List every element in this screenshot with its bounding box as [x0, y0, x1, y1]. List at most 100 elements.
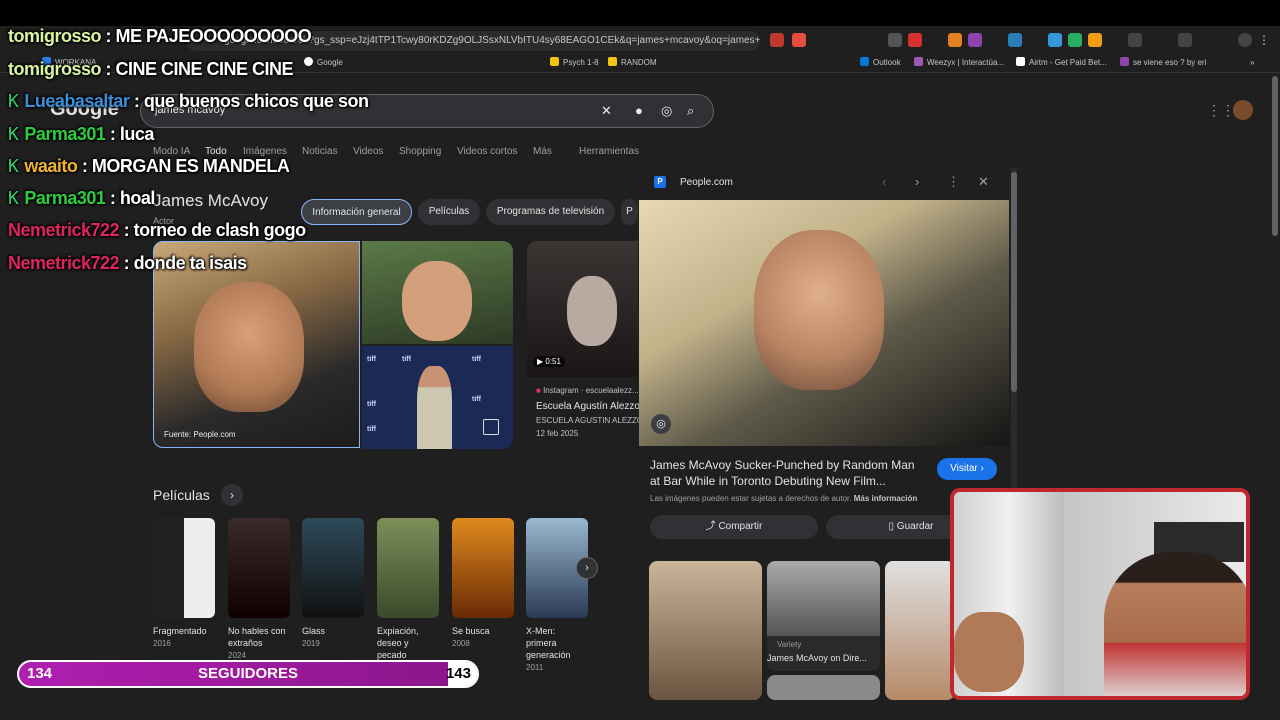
bookmark-item[interactable]: Airtm - Get Paid Bet...: [1016, 57, 1107, 69]
bookmark-item[interactable]: Weezyx | Interactúa...: [914, 57, 1004, 69]
hand: [954, 612, 1024, 692]
bookmark-item[interactable]: Psych 1-8: [550, 57, 599, 69]
followers-label: SEGUIDORES: [197, 665, 299, 682]
sidebar-icon[interactable]: [1178, 33, 1192, 47]
movie-year: 2008: [452, 639, 470, 648]
chat-username: tomigrosso: [8, 26, 102, 46]
panel-source[interactable]: People.com: [680, 177, 733, 188]
chip-tv-shows[interactable]: Programas de televisión: [486, 199, 615, 225]
movie-title[interactable]: Glass: [302, 625, 372, 637]
bookmark-item[interactable]: Google: [304, 57, 343, 69]
movie-poster[interactable]: [228, 518, 290, 618]
more-options-icon[interactable]: ⋮: [947, 174, 960, 190]
bookmark-item[interactable]: se viene eso ? by eri: [1120, 57, 1206, 69]
close-icon[interactable]: ✕: [978, 174, 989, 190]
preview-image[interactable]: ◎: [639, 200, 1009, 446]
profile-icon[interactable]: [1238, 33, 1252, 47]
bookmark-item[interactable]: RANDOM: [608, 57, 657, 69]
chat-message: tomigrosso : CINE CINE CINE CINE: [8, 59, 294, 79]
video-result[interactable]: ▶ 0:51 ■ Instagram · escuelaalezz... Esc…: [527, 241, 657, 449]
video-channel: ESCUELA AGUSTIN ALEZZO: [536, 416, 644, 425]
movie-title[interactable]: No hables con extraños: [228, 625, 298, 649]
menu-icon[interactable]: ⋮: [1258, 33, 1272, 47]
visit-button[interactable]: Visitar ›: [937, 458, 997, 480]
video-date: 12 feb 2025: [536, 429, 579, 438]
related-image[interactable]: Variety James McAvoy on Dire...: [767, 561, 880, 671]
carousel-next-icon[interactable]: ›: [576, 557, 598, 579]
apps-grid-icon[interactable]: ⋮⋮: [1207, 103, 1235, 117]
movie-poster[interactable]: [302, 518, 364, 618]
chat-message: K Parma301 : luca: [8, 124, 154, 145]
movie-poster[interactable]: [452, 518, 514, 618]
extension-icon[interactable]: [1008, 33, 1022, 47]
chat-message: Nemetrick722 : torneo de clash gogo: [8, 220, 306, 240]
chip-movies[interactable]: Películas: [418, 199, 480, 225]
share-button[interactable]: ⤴ Compartir: [650, 515, 818, 539]
tab-videos[interactable]: Videos: [353, 146, 383, 157]
followers-goal-bar: 134 SEGUIDORES 143: [17, 660, 479, 688]
movie-year: 2024: [228, 651, 246, 660]
brave-shield-icon[interactable]: [770, 33, 784, 47]
extension-icon[interactable]: [1048, 33, 1062, 47]
tab-news[interactable]: Noticias: [302, 146, 338, 157]
kick-badge-icon: K: [8, 124, 19, 145]
chat-text: CINE CINE CINE CINE: [115, 59, 294, 79]
tab-tools[interactable]: Herramientas: [579, 146, 639, 157]
related-title[interactable]: James McAvoy on Dire...: [767, 653, 867, 663]
bookmarks-overflow-icon[interactable]: »: [1250, 57, 1254, 69]
kick-badge-icon: K: [8, 91, 19, 112]
search-icon[interactable]: ⌕: [687, 103, 694, 119]
video-source: ■ Instagram · escuelaalezz...: [536, 386, 639, 395]
video-thumbnail[interactable]: ▶ 0:51: [527, 241, 638, 377]
movie-title[interactable]: Fragmentado: [153, 625, 223, 637]
tab-short-videos[interactable]: Videos cortos: [457, 146, 517, 157]
next-icon[interactable]: ›: [915, 174, 919, 189]
movie-title[interactable]: Expiación, deseo y pecado: [377, 625, 437, 661]
chip-overview[interactable]: Información general: [301, 199, 412, 225]
extension-icon[interactable]: [948, 33, 962, 47]
related-image[interactable]: [767, 675, 880, 700]
movie-poster[interactable]: [377, 518, 439, 618]
chip-more[interactable]: P: [621, 199, 638, 225]
extension-icon[interactable]: [1068, 33, 1082, 47]
mic-icon[interactable]: ●: [635, 103, 643, 118]
movie-poster[interactable]: [153, 518, 215, 618]
chat-message: tomigrosso : ME PAJEOOOOOOOOO: [8, 26, 312, 46]
bookmark-item[interactable]: Outlook: [860, 57, 901, 69]
extension-icon[interactable]: [888, 33, 902, 47]
tab-more[interactable]: Más: [533, 146, 552, 157]
chat-username: Parma301: [24, 188, 106, 208]
image-thumbnail[interactable]: tiff tiff tiff tiff tiff tiff: [362, 346, 513, 449]
chat-username: Lueabasaltar: [24, 91, 130, 111]
preview-title[interactable]: James McAvoy Sucker-Punched by Random Ma…: [650, 457, 920, 489]
movie-title[interactable]: X-Men: primera generación: [526, 625, 582, 661]
followers-goal: 143: [445, 665, 471, 682]
tab-shopping[interactable]: Shopping: [399, 146, 441, 157]
chevron-right-icon[interactable]: ›: [221, 484, 243, 506]
related-image[interactable]: [885, 561, 955, 700]
related-image[interactable]: [649, 561, 762, 700]
extension-icon[interactable]: [1088, 33, 1102, 47]
instagram-icon: ■: [536, 386, 541, 395]
extension-icon[interactable]: [792, 33, 806, 47]
clear-icon[interactable]: ✕: [601, 103, 612, 119]
panel-scrollbar-thumb[interactable]: [1011, 172, 1017, 392]
chat-username: Parma301: [24, 124, 106, 144]
lens-icon[interactable]: ◎: [651, 414, 671, 434]
kick-badge-icon: K: [8, 188, 19, 209]
avatar[interactable]: [1233, 100, 1253, 120]
chat-username: Nemetrick722: [8, 220, 120, 240]
image-thumbnail[interactable]: [362, 241, 513, 344]
save-image-icon[interactable]: [483, 419, 499, 435]
movies-heading[interactable]: Películas: [153, 487, 210, 503]
page-scrollbar[interactable]: [1272, 76, 1278, 236]
lens-icon[interactable]: ◎: [661, 103, 672, 119]
prev-icon[interactable]: ‹: [882, 174, 886, 189]
extension-icon[interactable]: [968, 33, 982, 47]
extension-icon[interactable]: [1128, 33, 1142, 47]
entity-title: James McAvoy: [153, 191, 268, 210]
chat-username: tomigrosso: [8, 59, 102, 79]
extension-icon[interactable]: [908, 33, 922, 47]
movie-title[interactable]: Se busca: [452, 625, 522, 637]
more-info-link[interactable]: Más información: [854, 494, 918, 503]
